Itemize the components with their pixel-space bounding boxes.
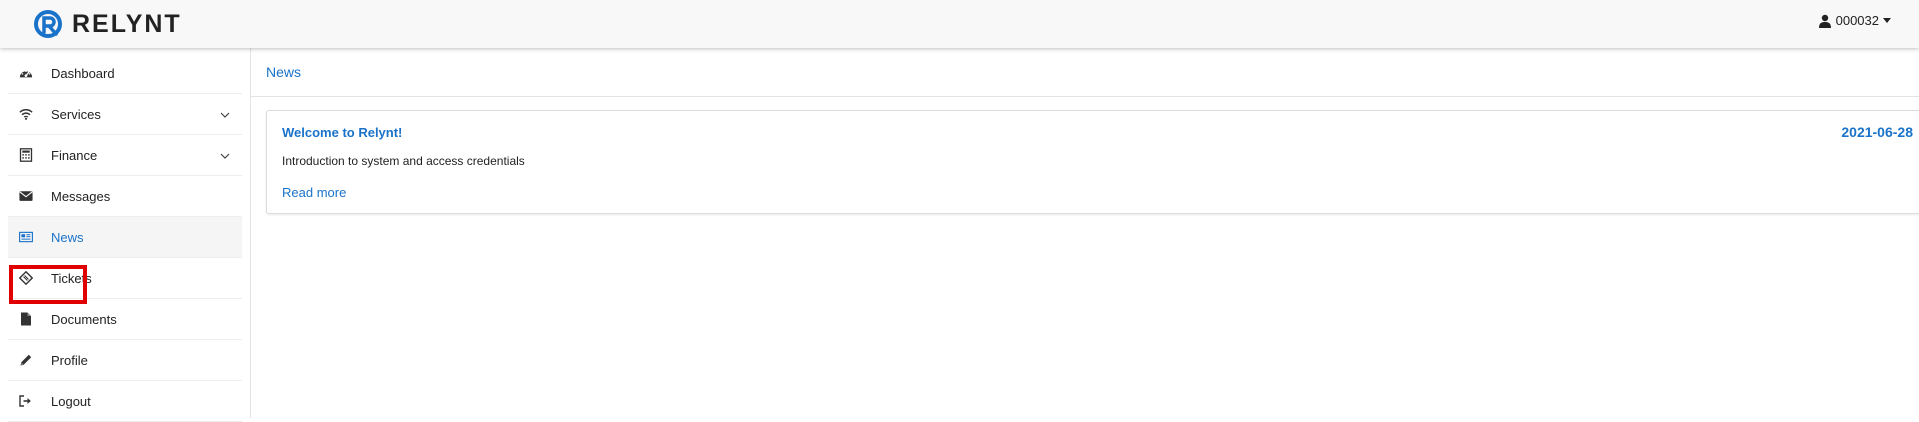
- news-title[interactable]: Welcome to Relynt!: [282, 125, 402, 140]
- chevron-down-icon[interactable]: [220, 108, 230, 123]
- read-more-link[interactable]: Read more: [282, 185, 346, 200]
- sidebar-item-services[interactable]: Services: [8, 94, 242, 135]
- sidebar-item-tickets[interactable]: Tickets: [8, 258, 242, 299]
- logout-icon: [16, 394, 36, 408]
- sidebar-item-label: Services: [51, 106, 101, 122]
- user-menu-dropdown[interactable]: 000032: [1818, 13, 1891, 28]
- envelope-icon: [16, 189, 36, 203]
- pencil-icon: [16, 353, 36, 367]
- sidebar-item-label: News: [51, 229, 84, 245]
- relynt-logo-icon: [34, 10, 62, 38]
- dashboard-icon: [16, 66, 36, 80]
- sidebar-item-profile[interactable]: Profile: [8, 340, 242, 381]
- sidebar-item-messages[interactable]: Messages: [8, 176, 242, 217]
- caret-down-icon: [1883, 18, 1891, 23]
- sidebar-item-documents[interactable]: Documents: [8, 299, 242, 340]
- sidebar: Dashboard Services Finance Messages News…: [0, 48, 251, 422]
- main-content: News Welcome to Relynt! 2021-06-28 Intro…: [251, 48, 1919, 418]
- news-card: Welcome to Relynt! 2021-06-28 Introducti…: [266, 110, 1919, 214]
- sidebar-item-label: Finance: [51, 147, 98, 163]
- top-header: RELYNT 000032: [0, 0, 1919, 48]
- logo-text: RELYNT: [72, 9, 182, 38]
- sidebar-item-label: Logout: [51, 393, 91, 409]
- sidebar-item-logout[interactable]: Logout: [8, 381, 242, 422]
- newspaper-icon: [16, 230, 36, 244]
- calculator-icon: [16, 148, 36, 162]
- wifi-icon: [16, 107, 36, 121]
- sidebar-item-finance[interactable]: Finance: [8, 135, 242, 176]
- breadcrumb: News: [251, 48, 1919, 97]
- news-date: 2021-06-28: [1841, 124, 1913, 140]
- news-description: Introduction to system and access creden…: [282, 154, 525, 168]
- sidebar-item-label: Messages: [51, 188, 111, 204]
- sidebar-item-label: Tickets: [51, 270, 92, 286]
- sidebar-item-news[interactable]: News: [8, 217, 242, 258]
- user-icon: [1818, 14, 1831, 28]
- sidebar-item-label: Dashboard: [51, 65, 115, 81]
- document-icon: [16, 312, 36, 326]
- sidebar-item-dashboard[interactable]: Dashboard: [8, 53, 242, 94]
- sidebar-item-label: Documents: [51, 311, 117, 327]
- user-id-label: 000032: [1835, 13, 1879, 28]
- relynt-logo[interactable]: RELYNT: [32, 8, 182, 40]
- chevron-down-icon[interactable]: [220, 149, 230, 164]
- sidebar-menu: Dashboard Services Finance Messages News…: [0, 48, 250, 422]
- breadcrumb-news[interactable]: News: [266, 64, 301, 80]
- ticket-icon: [16, 271, 36, 285]
- sidebar-item-label: Profile: [51, 352, 88, 368]
